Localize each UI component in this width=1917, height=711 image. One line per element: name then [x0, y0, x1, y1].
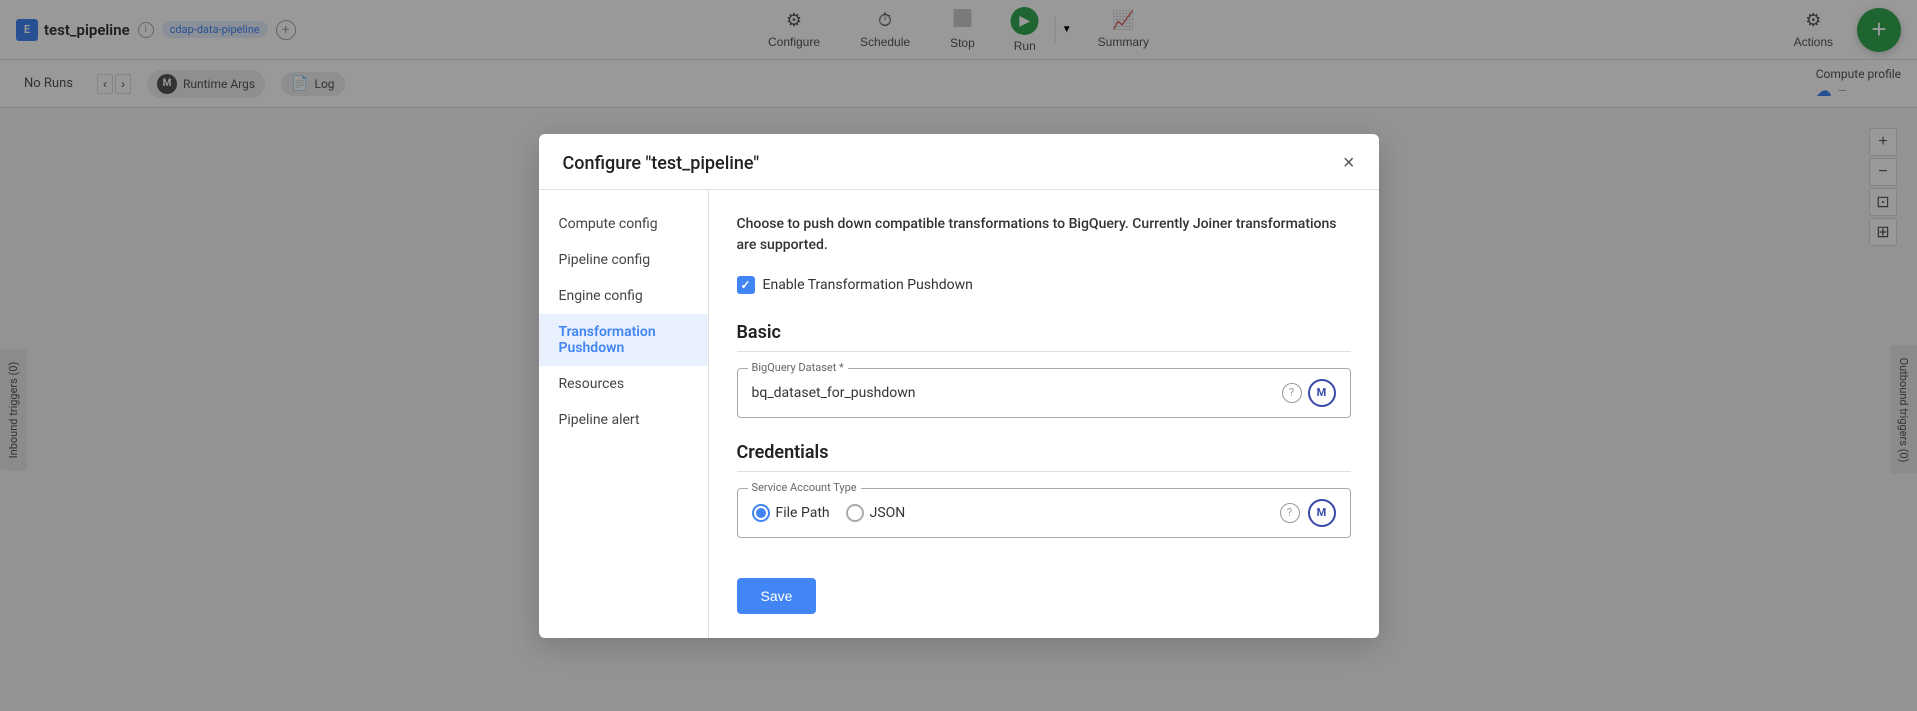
sidebar-item-compute-config[interactable]: Compute config	[539, 206, 708, 242]
enable-checkbox-row: Enable Transformation Pushdown	[737, 276, 1351, 294]
modal-description: Choose to push down compatible transform…	[737, 214, 1351, 256]
bq-dataset-help-icon[interactable]: ?	[1282, 383, 1302, 403]
configure-modal: Configure "test_pipeline" × Compute conf…	[539, 134, 1379, 638]
basic-section-title: Basic	[737, 322, 1351, 352]
file-path-radio-circle[interactable]	[752, 504, 770, 522]
modal-overlay: Configure "test_pipeline" × Compute conf…	[0, 0, 1917, 711]
service-account-field-group: Service Account Type File Path JSON	[737, 488, 1351, 538]
modal-title: Configure "test_pipeline"	[563, 153, 760, 174]
sidebar-item-pipeline-config[interactable]: Pipeline config	[539, 242, 708, 278]
sidebar-item-resources[interactable]: Resources	[539, 366, 708, 402]
service-account-type-field: Service Account Type File Path JSON	[737, 488, 1351, 538]
enable-pushdown-label: Enable Transformation Pushdown	[763, 277, 973, 293]
json-radio-circle[interactable]	[846, 504, 864, 522]
modal-content-area: Choose to push down compatible transform…	[709, 190, 1379, 638]
service-account-type-label: Service Account Type	[748, 481, 861, 494]
sidebar-item-engine-config[interactable]: Engine config	[539, 278, 708, 314]
json-radio[interactable]: JSON	[846, 504, 906, 522]
bq-dataset-macro-button[interactable]: M	[1308, 379, 1336, 407]
radio-group: File Path JSON	[752, 504, 906, 522]
sidebar-item-transformation-pushdown[interactable]: Transformation Pushdown	[539, 314, 708, 366]
credentials-section: Credentials Service Account Type File Pa…	[737, 442, 1351, 538]
service-account-macro-button[interactable]: M	[1308, 499, 1336, 527]
modal-close-button[interactable]: ×	[1343, 152, 1355, 175]
bq-dataset-label: BigQuery Dataset *	[748, 361, 848, 374]
bq-dataset-field: BigQuery Dataset * bq_dataset_for_pushdo…	[737, 368, 1351, 418]
modal-header: Configure "test_pipeline" ×	[539, 134, 1379, 190]
file-path-label: File Path	[776, 505, 830, 521]
bq-dataset-value[interactable]: bq_dataset_for_pushdown	[752, 385, 1282, 401]
sidebar-item-pipeline-alert[interactable]: Pipeline alert	[539, 402, 708, 438]
credentials-section-title: Credentials	[737, 442, 1351, 472]
file-path-radio[interactable]: File Path	[752, 504, 830, 522]
save-button[interactable]: Save	[737, 578, 817, 614]
bq-dataset-icons: ? M	[1282, 379, 1336, 407]
modal-body: Compute config Pipeline config Engine co…	[539, 190, 1379, 638]
service-account-help-icon[interactable]: ?	[1280, 503, 1300, 523]
modal-sidebar: Compute config Pipeline config Engine co…	[539, 190, 709, 638]
bq-dataset-field-group: BigQuery Dataset * bq_dataset_for_pushdo…	[737, 368, 1351, 418]
json-label: JSON	[870, 505, 906, 521]
enable-pushdown-checkbox[interactable]	[737, 276, 755, 294]
